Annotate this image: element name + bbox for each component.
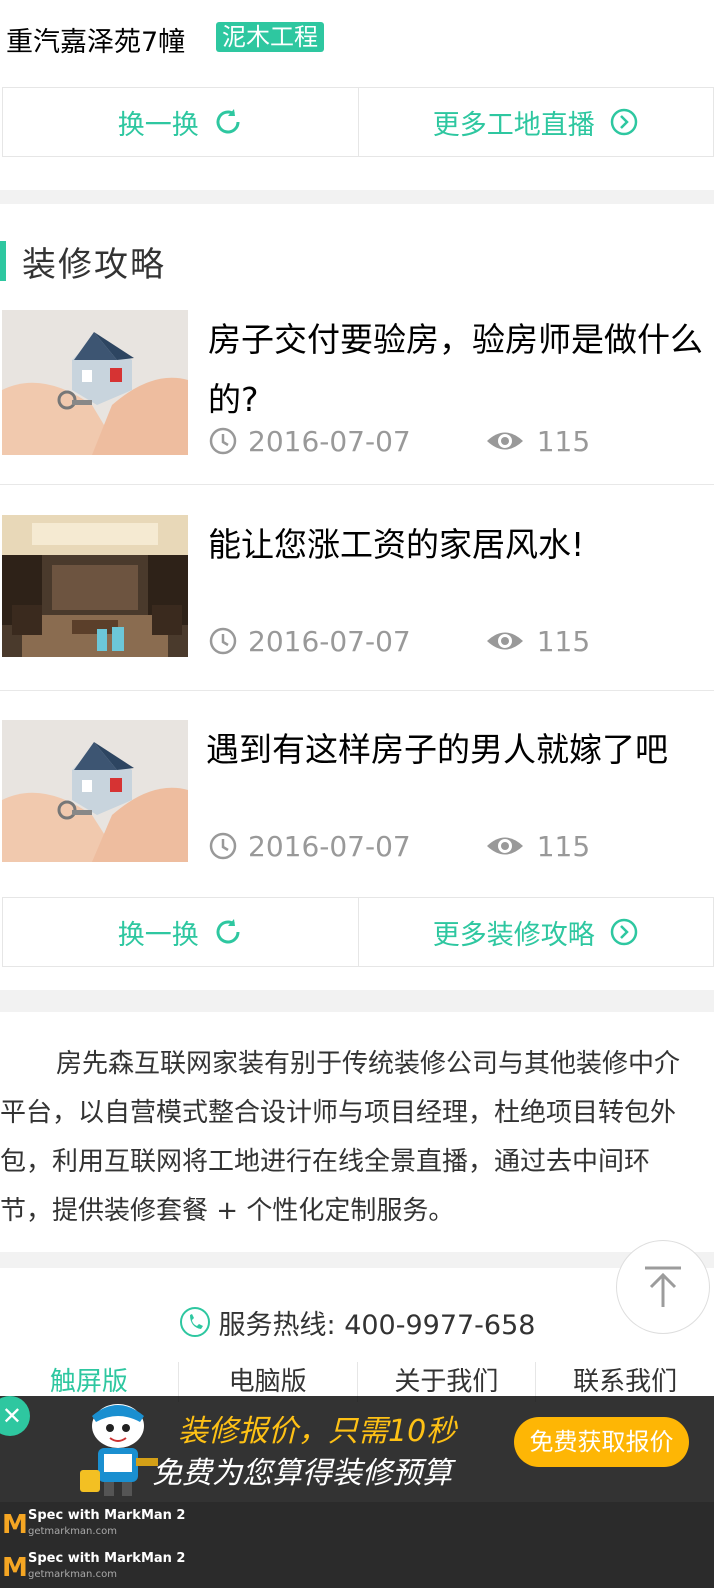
markman-site: getmarkman.com bbox=[28, 1569, 117, 1580]
banner-subline: 免费为您算得装修预算 bbox=[152, 1456, 452, 1491]
banner-headline: 装修报价，只需10秒 bbox=[178, 1414, 457, 1449]
article-views: 115 bbox=[485, 425, 590, 458]
section-separator bbox=[0, 190, 714, 204]
article-thumbnail[interactable] bbox=[2, 515, 188, 657]
markman-title: Spec with MarkMan 2 bbox=[28, 1551, 186, 1566]
article-views: 115 bbox=[485, 830, 590, 863]
markman-watermark: M Spec with MarkMan 2 getmarkman.com bbox=[0, 1545, 714, 1588]
guide-title: 装修攻略 bbox=[22, 244, 166, 285]
guide-button-row: 换一换 更多装修攻略 bbox=[2, 897, 714, 967]
section-separator bbox=[0, 1252, 714, 1268]
company-intro: 房先森互联网家装有别于传统装修公司与其他装修中介平台，以自营模式整合设计师与项目… bbox=[0, 1049, 681, 1226]
more-sites-label: 更多工地直播 bbox=[432, 109, 595, 141]
article-date: 2016-07-07 bbox=[248, 424, 411, 458]
refresh-icon bbox=[216, 109, 240, 134]
clock-icon bbox=[209, 627, 237, 655]
eye-icon bbox=[486, 632, 523, 650]
list-divider bbox=[0, 484, 714, 485]
eye-icon bbox=[486, 432, 523, 450]
article-view-count: 115 bbox=[536, 424, 591, 458]
site-name: 重汽嘉泽苑7幢 bbox=[6, 27, 186, 58]
list-divider bbox=[0, 690, 714, 691]
markman-watermark: M Spec with MarkMan 2 getmarkman.com bbox=[0, 1502, 714, 1545]
chevron-circle-icon bbox=[610, 918, 637, 946]
article-item[interactable]: 遇到有这样房子的男人就嫁了吧 2016-07-07 115 bbox=[0, 720, 714, 925]
site-button-row: 换一换 更多工地直播 bbox=[2, 87, 714, 157]
article-date: 2016-07-07 bbox=[248, 829, 411, 863]
swap-guide-button[interactable]: 换一换 bbox=[3, 898, 358, 966]
markman-title: Spec with MarkMan 2 bbox=[28, 1508, 186, 1523]
swap-site-label: 换一换 bbox=[117, 109, 199, 141]
article-thumbnail[interactable] bbox=[2, 720, 188, 862]
clock-icon bbox=[209, 832, 237, 860]
article-meta: 2016-07-07 115 bbox=[208, 623, 688, 659]
more-sites-button[interactable]: 更多工地直播 bbox=[357, 88, 714, 156]
article-date: 2016-07-07 bbox=[248, 624, 411, 658]
article-view-count: 115 bbox=[536, 829, 591, 863]
article-title[interactable]: 房子交付要验房，验房师是做什么的? bbox=[208, 310, 703, 430]
guide-section-title: 装修攻略 bbox=[0, 240, 166, 285]
article-meta: 2016-07-07 115 bbox=[208, 423, 688, 459]
title-accent-bar bbox=[0, 241, 6, 281]
phone-icon bbox=[179, 1307, 210, 1337]
close-icon[interactable]: ✕ bbox=[0, 1396, 30, 1436]
markman-site: getmarkman.com bbox=[28, 1526, 117, 1537]
quote-banner: ✕ 装修报价，只需10秒 免费为您算得装修预算 免费获取报价 bbox=[0, 1396, 714, 1502]
markman-logo-icon: M bbox=[2, 1510, 28, 1540]
more-guides-label: 更多装修攻略 bbox=[432, 919, 595, 951]
article-views: 115 bbox=[485, 625, 590, 658]
hotline-text: 服务热线: 400-9977-658 bbox=[218, 1309, 536, 1341]
article-title[interactable]: 能让您涨工资的家居风水! bbox=[208, 515, 703, 575]
service-hotline[interactable]: 服务热线: 400-9977-658 bbox=[0, 1302, 714, 1342]
clock-icon bbox=[209, 427, 237, 455]
swap-site-button[interactable]: 换一换 bbox=[3, 88, 358, 156]
article-thumbnail[interactable] bbox=[2, 310, 188, 455]
markman-logo-icon: M bbox=[2, 1553, 28, 1583]
chevron-circle-icon bbox=[610, 108, 637, 136]
section-separator bbox=[0, 990, 714, 1012]
refresh-icon bbox=[216, 919, 240, 944]
swap-guide-label: 换一换 bbox=[117, 919, 199, 951]
eye-icon bbox=[486, 837, 523, 855]
article-meta: 2016-07-07 115 bbox=[208, 828, 688, 864]
stage-badge: 泥木工程 bbox=[216, 22, 324, 52]
article-title[interactable]: 遇到有这样房子的男人就嫁了吧 bbox=[206, 720, 701, 780]
get-quote-button[interactable]: 免费获取报价 bbox=[514, 1417, 689, 1467]
article-view-count: 115 bbox=[536, 624, 591, 658]
more-guides-button[interactable]: 更多装修攻略 bbox=[357, 898, 714, 966]
site-header: 重汽嘉泽苑7幢 泥木工程 bbox=[0, 0, 714, 70]
